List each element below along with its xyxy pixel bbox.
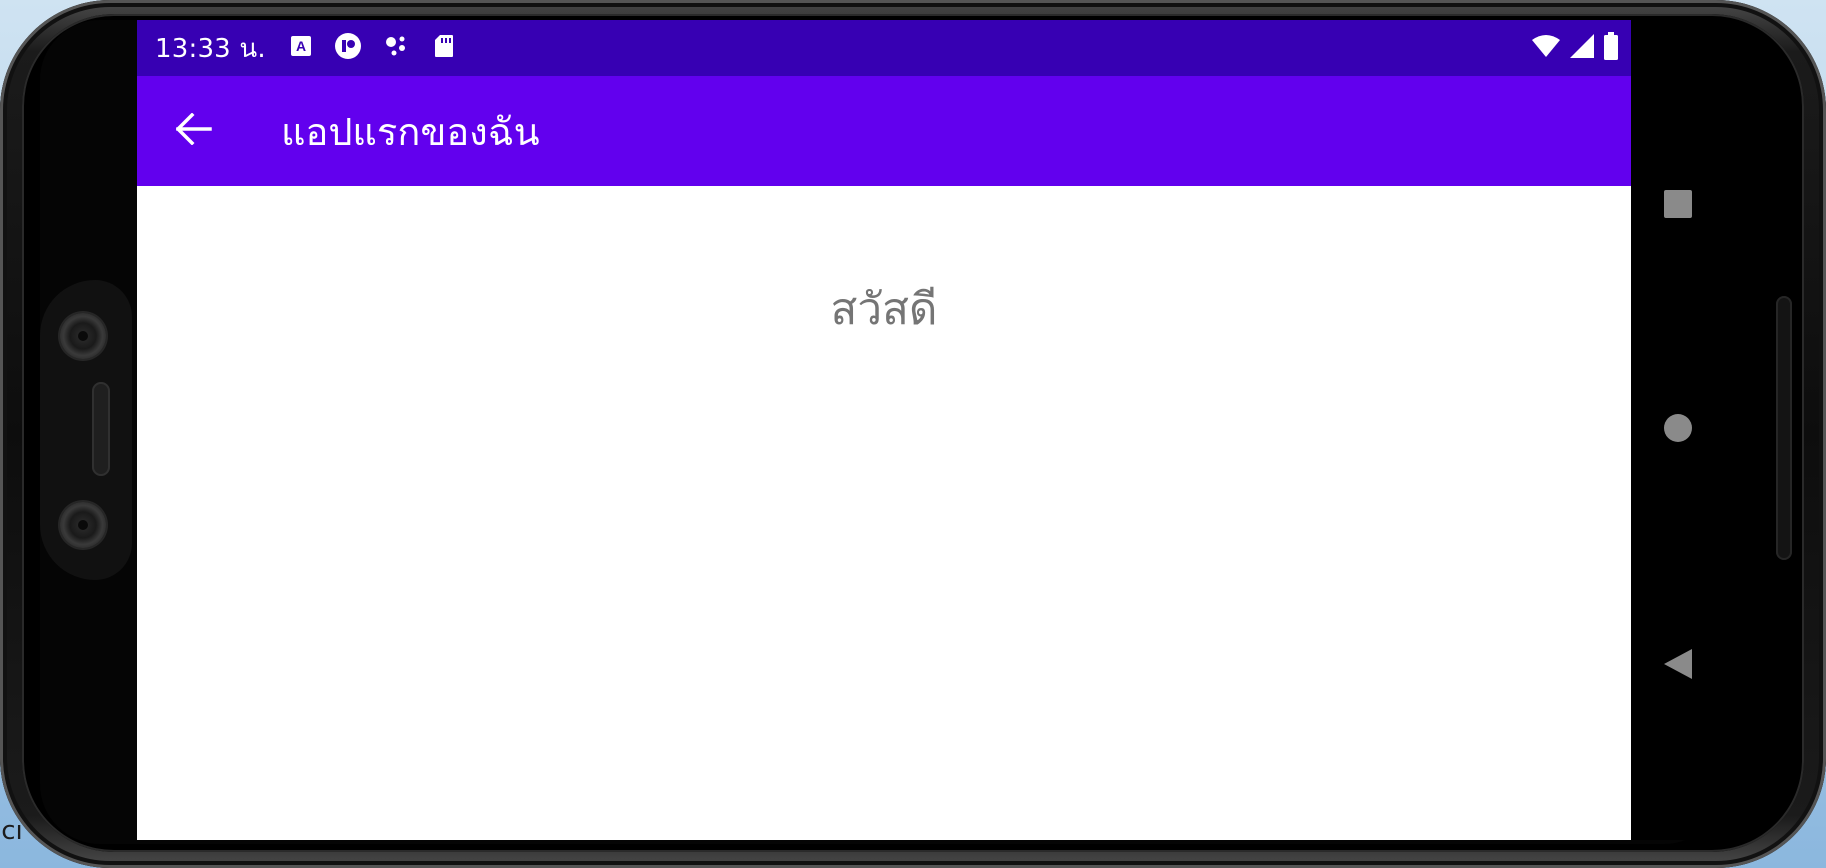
dots-icon (384, 34, 412, 62)
svg-text:A: A (296, 38, 306, 54)
battery-icon (1603, 32, 1619, 64)
triangle-back-icon (1662, 647, 1694, 685)
home-button[interactable] (1648, 400, 1708, 460)
earpiece-speaker (92, 382, 110, 476)
bottom-speaker (1776, 296, 1792, 560)
system-icons (1531, 20, 1619, 76)
status-bar: 13:33 น. A (137, 20, 1631, 76)
front-sensor-icon (60, 502, 106, 548)
main-content: สวัสดี (137, 186, 1631, 840)
app-title: แอปแรกของฉัน (281, 109, 540, 154)
status-time: 13:33 น. (155, 33, 266, 64)
text-a-icon: A (290, 35, 312, 61)
notification-icons: A (290, 32, 454, 64)
nav-back-button[interactable] (1648, 636, 1708, 696)
wifi-icon (1531, 34, 1561, 62)
recents-button[interactable] (1648, 176, 1708, 236)
greeting-text: สวัสดี (830, 284, 938, 335)
device-screen: 13:33 น. A แอปแรกของฉัน สวัสดี (137, 20, 1631, 840)
square-icon (1662, 188, 1694, 224)
assistant-icon (334, 32, 362, 64)
cell-signal-icon (1569, 33, 1595, 63)
back-button[interactable] (139, 76, 249, 186)
front-camera-icon (60, 313, 106, 359)
sd-card-icon (434, 34, 454, 62)
app-bar: แอปแรกของฉัน (137, 76, 1631, 186)
arrow-back-icon (175, 112, 212, 149)
circle-icon (1662, 412, 1694, 448)
